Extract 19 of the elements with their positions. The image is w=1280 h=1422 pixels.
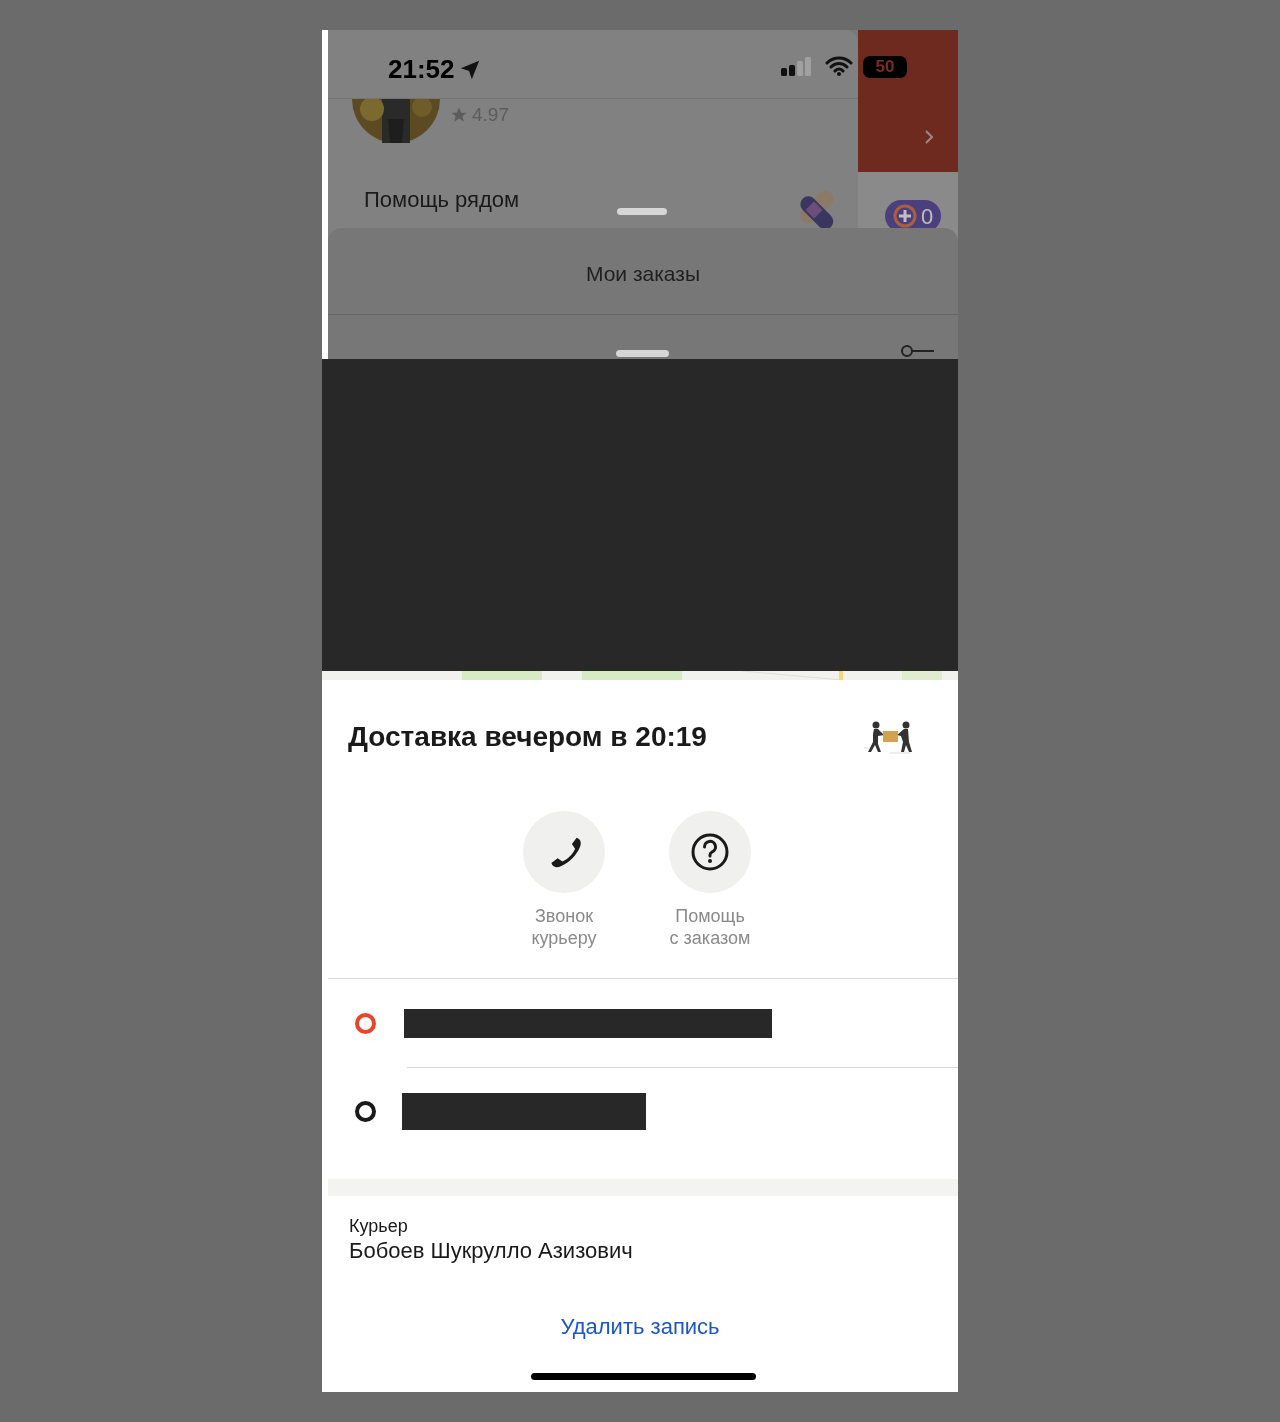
battery-indicator: 50 <box>863 56 907 78</box>
card-title: Помощь рядом <box>364 186 520 214</box>
delete-link[interactable]: Удалить запись <box>560 1310 720 1343</box>
action-label: Звонок курьеру <box>531 905 597 949</box>
help-icon <box>690 832 730 872</box>
clock-time: 21:52 <box>388 53 455 86</box>
signal-icon <box>781 56 813 78</box>
sheet-title: Мои заказы <box>584 261 702 287</box>
courier-label: Курьер <box>349 1215 409 1237</box>
courier-name: Бобоев Шукрулло Азизович <box>349 1237 634 1265</box>
drag-handle[interactable] <box>617 208 667 215</box>
drag-handle[interactable] <box>616 350 669 357</box>
action-label: Помощь с заказом <box>669 905 751 949</box>
chevron-right-icon <box>924 129 934 145</box>
toggle-icon <box>900 344 934 358</box>
order-title: Доставка вечером в 20:19 <box>348 720 707 754</box>
wifi-icon <box>825 55 853 77</box>
badge-count: 0 <box>921 202 934 231</box>
plus-icon <box>893 204 917 228</box>
